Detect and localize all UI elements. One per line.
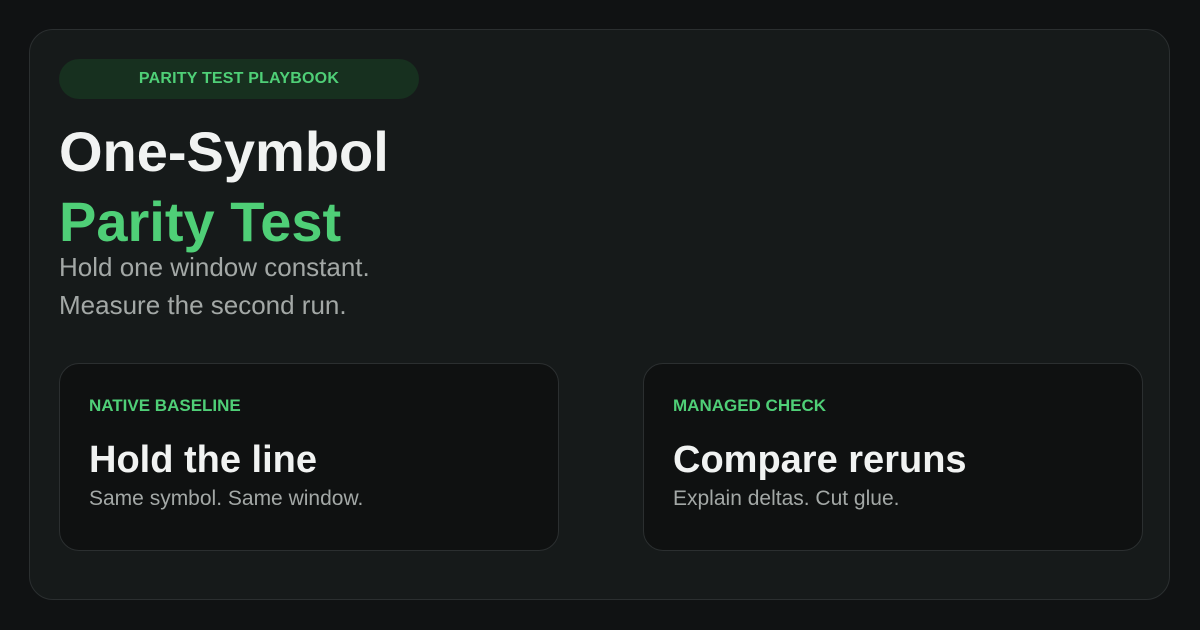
- subtitle-line-1: Hold one window constant.: [59, 252, 370, 282]
- page-title-line-2: Parity Test: [59, 190, 342, 253]
- page-title-line-1: One-Symbol: [59, 120, 389, 183]
- category-badge: PARITY TEST PLAYBOOK: [59, 59, 419, 99]
- native-baseline-panel: NATIVE BASELINE Hold the line Same symbo…: [59, 363, 559, 551]
- playbook-card: PARITY TEST PLAYBOOK One-Symbol Parity T…: [29, 29, 1170, 600]
- panel-description: Same symbol. Same window.: [89, 487, 364, 510]
- panel-kicker: NATIVE BASELINE: [89, 396, 241, 415]
- panel-kicker: MANAGED CHECK: [673, 396, 826, 415]
- subtitle-line-2: Measure the second run.: [59, 290, 347, 320]
- panel-heading: Compare reruns: [673, 439, 967, 481]
- panel-heading: Hold the line: [89, 439, 317, 481]
- managed-check-panel: MANAGED CHECK Compare reruns Explain del…: [643, 363, 1143, 551]
- panel-description: Explain deltas. Cut glue.: [673, 487, 900, 510]
